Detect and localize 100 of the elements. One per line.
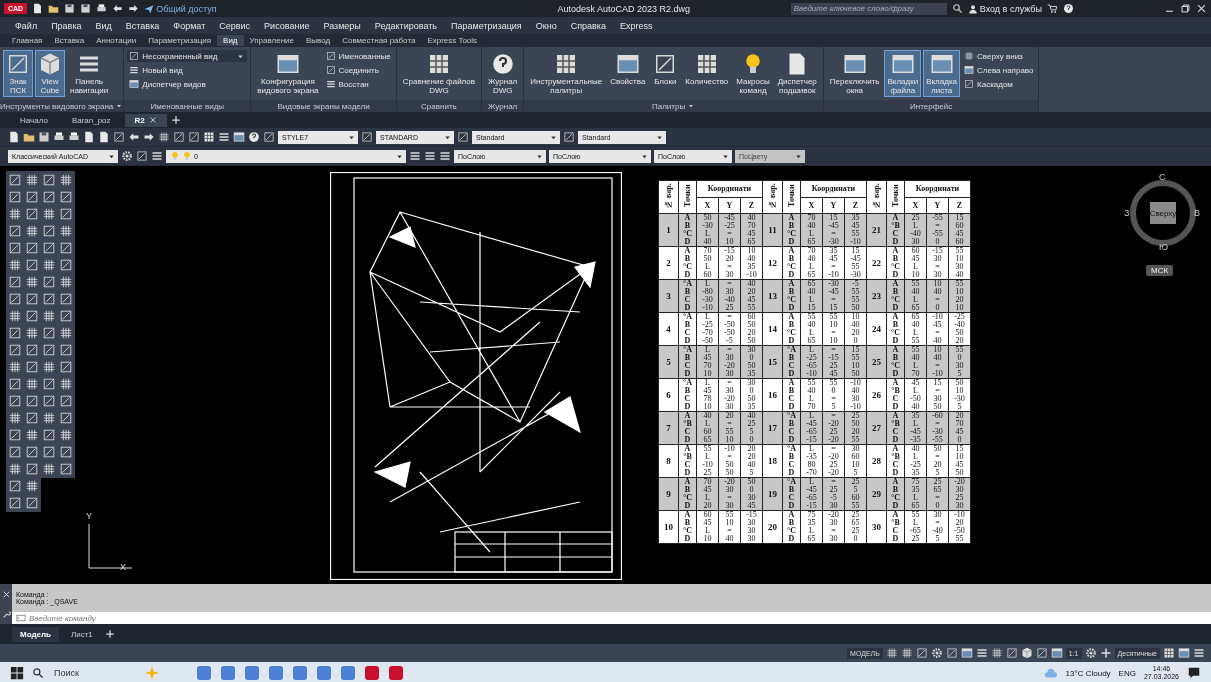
line-tool-icon[interactable] (25, 394, 39, 408)
line-tool-icon[interactable] (59, 445, 73, 459)
document-icon[interactable] (98, 131, 110, 143)
window-icon[interactable] (1178, 647, 1190, 659)
search-field[interactable]: Поиск (52, 665, 136, 681)
layout-tab[interactable]: Модель (12, 626, 59, 642)
square-icon[interactable] (1035, 647, 1048, 659)
line-tool-icon[interactable] (8, 326, 22, 340)
ribbon-button[interactable]: Панель навигации (67, 50, 112, 97)
plus-icon[interactable] (1099, 647, 1112, 659)
line-tool-icon[interactable] (8, 377, 22, 391)
ribbon-button[interactable]: Количество (682, 50, 732, 88)
line-tool-icon[interactable] (25, 292, 39, 306)
line-tool-icon[interactable] (42, 275, 56, 289)
share-button[interactable]: Общий доступ (144, 3, 217, 14)
ribbon-tab[interactable]: Управление (243, 35, 301, 46)
ucs-menu-button[interactable]: МСК (1146, 265, 1174, 276)
menu-item[interactable]: Размеры (316, 20, 368, 31)
menu-item[interactable]: Сервис (212, 20, 258, 31)
ribbon-button[interactable]: Макросы команд (733, 50, 773, 97)
grid-icon[interactable] (990, 647, 1003, 659)
square-icon[interactable] (25, 462, 39, 476)
grid-icon[interactable] (25, 377, 39, 391)
cube-icon[interactable] (1020, 647, 1033, 659)
close-icon[interactable] (1196, 3, 1207, 14)
ribbon-button[interactable]: Именованные (323, 50, 393, 62)
search-icon[interactable] (32, 667, 44, 679)
ribbon-button[interactable]: Знак ПСК (3, 50, 33, 97)
ribbon-button[interactable]: Соединить (323, 64, 393, 76)
square-icon[interactable] (25, 309, 39, 323)
grid-icon[interactable] (42, 411, 56, 425)
square-icon[interactable] (188, 131, 200, 143)
square-icon[interactable] (8, 343, 22, 357)
menu-item[interactable]: Файл (8, 20, 45, 31)
ribbon-button[interactable]: Переключить окна (826, 50, 883, 97)
square-icon[interactable] (915, 647, 928, 659)
app-icon[interactable] (220, 665, 236, 681)
square-icon[interactable] (8, 394, 22, 408)
ribbon-button[interactable]: Слева направо (962, 64, 1036, 76)
menu-item[interactable]: Рисование (257, 20, 317, 31)
grid-icon[interactable] (42, 360, 56, 374)
grid-icon[interactable] (25, 479, 39, 493)
line-tool-icon[interactable] (42, 224, 56, 238)
gear-icon[interactable] (930, 647, 943, 659)
printer-icon[interactable] (96, 3, 108, 14)
square-icon[interactable] (42, 445, 56, 459)
app-icon[interactable] (244, 665, 260, 681)
lines-icon[interactable] (1193, 647, 1205, 659)
grid-icon[interactable] (900, 647, 913, 659)
square-icon[interactable] (136, 150, 148, 162)
menu-item[interactable]: Формат (166, 20, 213, 31)
caret-icon[interactable] (115, 102, 124, 110)
square-icon[interactable] (59, 309, 73, 323)
style-icon[interactable] (457, 131, 469, 143)
menu-item[interactable]: Окно (528, 20, 564, 31)
grid-icon[interactable] (158, 131, 170, 143)
layers-icon[interactable] (151, 150, 163, 162)
menu-item[interactable]: Вид (88, 20, 119, 31)
square-icon[interactable] (25, 207, 39, 221)
close-icon[interactable] (148, 116, 157, 124)
square-icon[interactable] (42, 343, 56, 357)
ribbon-tab[interactable]: Express Tools (421, 35, 484, 46)
line-tool-icon[interactable] (8, 275, 22, 289)
square-icon[interactable] (59, 360, 73, 374)
lines-icon[interactable] (218, 131, 230, 143)
gear-icon[interactable] (1084, 647, 1097, 659)
ribbon-tab[interactable]: Аннотации (90, 35, 143, 46)
ribbon-button[interactable]: Диспетчер видов (127, 78, 248, 90)
save-icon[interactable] (80, 3, 92, 14)
viewcube-face[interactable]: Сверху (1150, 202, 1176, 224)
layout-tab[interactable]: Лист1 (63, 626, 101, 642)
app-icon[interactable] (364, 665, 380, 681)
grid-icon[interactable] (25, 428, 39, 442)
wrench-icon[interactable] (1, 609, 11, 619)
square-icon[interactable] (42, 190, 56, 204)
ribbon-button[interactable]: Журнал DWG (485, 50, 521, 97)
menu-item[interactable]: Справка (563, 20, 613, 31)
file-tab[interactable]: Начало (10, 113, 58, 127)
ribbon-tab[interactable]: Вид (217, 35, 244, 46)
menu-item[interactable]: Параметризация (444, 20, 529, 31)
square-icon[interactable] (8, 445, 22, 459)
panel-title[interactable]: Интерфейс (910, 101, 953, 111)
ribbon-button[interactable]: Свойства (607, 50, 649, 88)
window-icon[interactable] (960, 647, 973, 659)
layers-icon[interactable] (409, 150, 421, 162)
gear-icon[interactable] (121, 150, 133, 162)
line-tool-icon[interactable] (59, 343, 73, 357)
grid-icon[interactable] (59, 326, 73, 340)
grid-icon[interactable] (25, 173, 39, 187)
table-icon[interactable] (1163, 647, 1175, 659)
table-icon[interactable] (203, 131, 215, 143)
ribbon-button[interactable]: Восстан (323, 78, 393, 90)
redo-icon[interactable] (143, 131, 155, 143)
layers-icon[interactable] (439, 150, 451, 162)
ribbon-tab[interactable]: Главная (6, 35, 49, 46)
style-icon[interactable] (563, 131, 575, 143)
square-icon[interactable] (25, 360, 39, 374)
grid-icon[interactable] (59, 173, 73, 187)
app-icon[interactable] (292, 665, 308, 681)
grid-icon[interactable] (25, 224, 39, 238)
